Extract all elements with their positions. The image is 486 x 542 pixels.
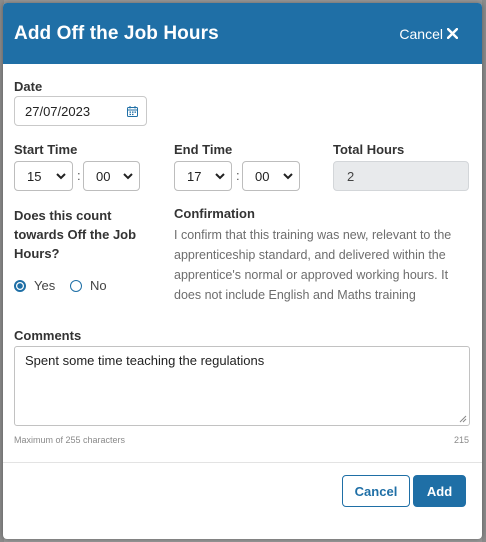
- date-label: Date: [14, 79, 43, 94]
- add-off-job-hours-modal: Add Off the Job Hours Cancel Date 27/07/…: [3, 3, 482, 539]
- radio-yes[interactable]: Yes: [14, 278, 55, 293]
- total-hours-field: 2: [333, 161, 469, 191]
- resize-handle-icon[interactable]: [459, 415, 467, 423]
- chevron-down-icon: [123, 172, 133, 179]
- end-hour-select[interactable]: 17: [174, 161, 232, 191]
- end-minute-select[interactable]: 00: [242, 161, 300, 191]
- confirmation-text: I confirm that this training was new, re…: [174, 228, 452, 302]
- footer-divider: [3, 462, 482, 463]
- header-cancel-button[interactable]: Cancel: [399, 26, 458, 42]
- end-time-label: End Time: [174, 142, 233, 157]
- cancel-button[interactable]: Cancel: [342, 475, 410, 507]
- start-hour-select[interactable]: 15: [14, 161, 73, 191]
- end-minute-value: 00: [255, 168, 270, 184]
- chevron-down-icon: [56, 172, 66, 179]
- comments-hint: Maximum of 255 characters: [14, 435, 126, 445]
- comments-textarea[interactable]: Spent some time teaching the regulations: [14, 346, 470, 426]
- radio-yes-label: Yes: [34, 278, 56, 293]
- header-cancel-label: Cancel: [399, 25, 443, 42]
- comments-label: Comments: [14, 328, 82, 343]
- radio-no[interactable]: No: [70, 278, 107, 293]
- total-hours-value: 2: [347, 168, 355, 184]
- end-hour-value: 17: [187, 168, 202, 184]
- date-value: 27/07/2023: [25, 103, 91, 119]
- total-hours-label: Total Hours: [333, 142, 405, 157]
- add-button[interactable]: Add: [413, 475, 466, 507]
- radio-yes-indicator[interactable]: [14, 279, 26, 292]
- end-time-separator: :: [236, 168, 240, 183]
- modal-title: Add Off the Job Hours: [14, 22, 219, 44]
- start-minute-select[interactable]: 00: [83, 161, 140, 191]
- page-backdrop-right: [482, 0, 486, 542]
- confirmation-label: Confirmation: [174, 206, 255, 221]
- chevron-down-icon: [283, 172, 293, 179]
- off-job-question-label: Does this count towards Off the Job Hour…: [14, 208, 137, 261]
- chevron-down-icon: [215, 172, 225, 179]
- close-icon: [447, 28, 458, 39]
- start-time-separator: :: [77, 168, 81, 183]
- start-time-label: Start Time: [14, 142, 78, 157]
- comments-value: Spent some time teaching the regulations: [25, 353, 265, 368]
- date-input[interactable]: 27/07/2023: [14, 96, 147, 126]
- radio-no-indicator[interactable]: [70, 279, 82, 292]
- calendar-icon[interactable]: [127, 105, 138, 117]
- start-hour-value: 15: [27, 168, 42, 184]
- start-minute-value: 00: [96, 168, 111, 184]
- radio-no-label: No: [90, 278, 107, 293]
- comments-remaining-count: 215: [453, 435, 469, 445]
- modal-header: Add Off the Job Hours Cancel: [3, 3, 482, 64]
